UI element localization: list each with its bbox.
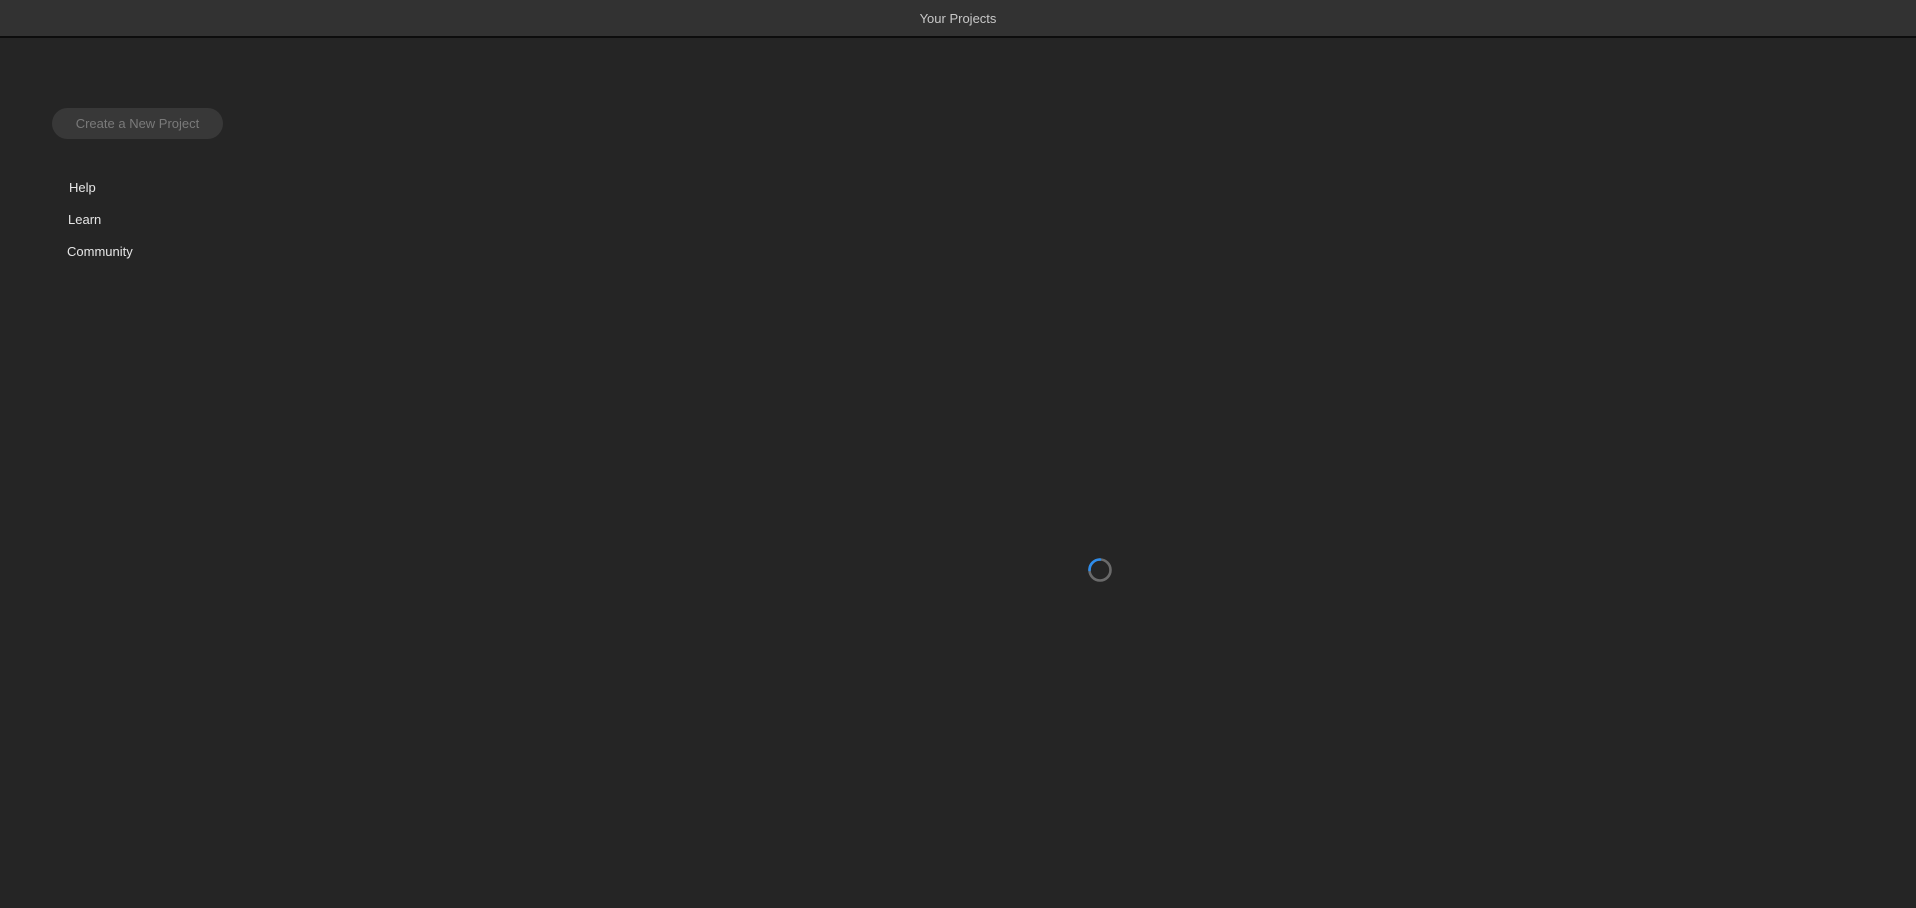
sidebar [0,38,260,908]
app-window: Your Projects Create a New Project Help … [0,0,1916,908]
help-link[interactable]: Help [69,180,96,195]
spinner-icon [1087,557,1113,583]
learn-link[interactable]: Learn [68,212,101,227]
window-title: Your Projects [919,10,997,26]
create-new-project-button[interactable]: Create a New Project [52,108,223,139]
community-link[interactable]: Community [67,244,133,259]
title-bar: Your Projects [0,0,1916,38]
